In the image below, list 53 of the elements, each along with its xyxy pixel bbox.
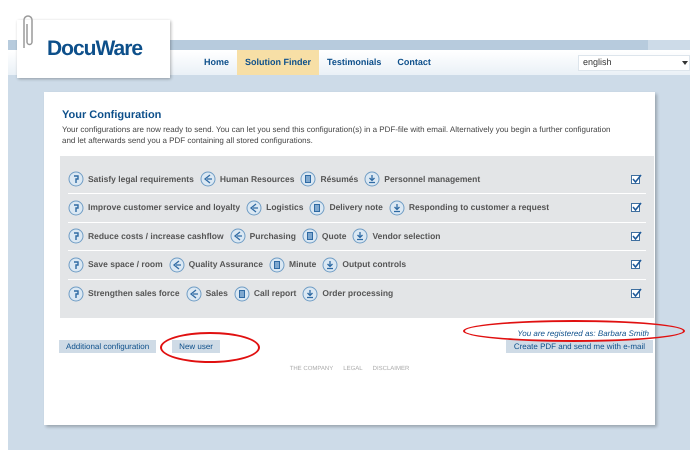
item-label: Sales	[206, 287, 228, 300]
download-icon	[302, 286, 318, 302]
additional-configuration-button[interactable]: Additional configuration	[59, 340, 156, 353]
item-label: Quality Assurance	[188, 258, 263, 272]
item-label: Output controls	[342, 258, 406, 272]
item-label: Save space / room	[88, 258, 163, 272]
create-pdf-button[interactable]: Create PDF and send me with e-mail	[506, 340, 653, 353]
checkbox[interactable]	[631, 174, 642, 185]
download-icon	[388, 200, 405, 216]
question-icon	[68, 171, 84, 188]
item-label: Personnel management	[384, 172, 480, 186]
item-label: Purchasing	[250, 230, 296, 243]
nav-tab[interactable]: Solution Finder	[237, 50, 320, 75]
language-select[interactable]: english	[578, 54, 690, 70]
item-label: Reduce costs / increase cashflow	[88, 230, 224, 243]
question-icon	[68, 256, 84, 273]
question-icon	[68, 200, 84, 216]
new-user-button[interactable]: New user	[172, 340, 220, 353]
item-label: Logistics	[266, 201, 304, 214]
logo[interactable]: DocuWare	[47, 33, 142, 65]
item-label: Responding to customer a request	[408, 201, 550, 214]
checkbox[interactable]	[631, 259, 642, 270]
item-label: Résumés	[320, 172, 358, 186]
item-label: Satisfy legal requirements	[88, 172, 194, 186]
item-label: Strengthen sales force	[88, 287, 180, 300]
item-label: Quote	[322, 230, 346, 243]
question-icon	[68, 228, 84, 244]
item-label: Order processing	[322, 287, 394, 300]
document-icon	[268, 256, 285, 273]
question-icon	[68, 286, 84, 302]
item-label: Minute	[288, 258, 316, 272]
caret-icon	[682, 60, 688, 64]
checkbox[interactable]	[631, 230, 642, 242]
registered-user-text: You are registered as: Barbara Smith	[517, 328, 649, 340]
nav-tab[interactable]: Home	[196, 50, 238, 75]
checkbox[interactable]	[631, 288, 642, 300]
document-icon	[300, 171, 316, 188]
document-icon	[302, 228, 318, 244]
item-label: Delivery note	[329, 201, 383, 214]
checkbox[interactable]	[631, 202, 642, 214]
item-label: Call report	[254, 287, 296, 300]
download-icon	[352, 228, 368, 244]
document-icon	[234, 286, 250, 302]
nav-tab[interactable]: Contact	[389, 50, 439, 75]
intro-paragraph: Your configurations are now ready to send. You can let you send this configuration(s) in a PDF-file with email. Alternatively you begin a further configuration and let afterwards send you a PDF containing all stored configurations.	[62, 124, 612, 146]
nav-tab[interactable]: Testimonials	[319, 50, 390, 75]
item-label: Vendor selection	[372, 230, 440, 243]
document-icon	[309, 200, 326, 216]
item-label: Human Resources	[220, 172, 294, 186]
download-icon	[322, 256, 338, 273]
section-title: Your Configuration	[62, 108, 162, 123]
download-icon	[364, 171, 380, 188]
item-label: Improve customer service and loyalty	[88, 201, 240, 214]
